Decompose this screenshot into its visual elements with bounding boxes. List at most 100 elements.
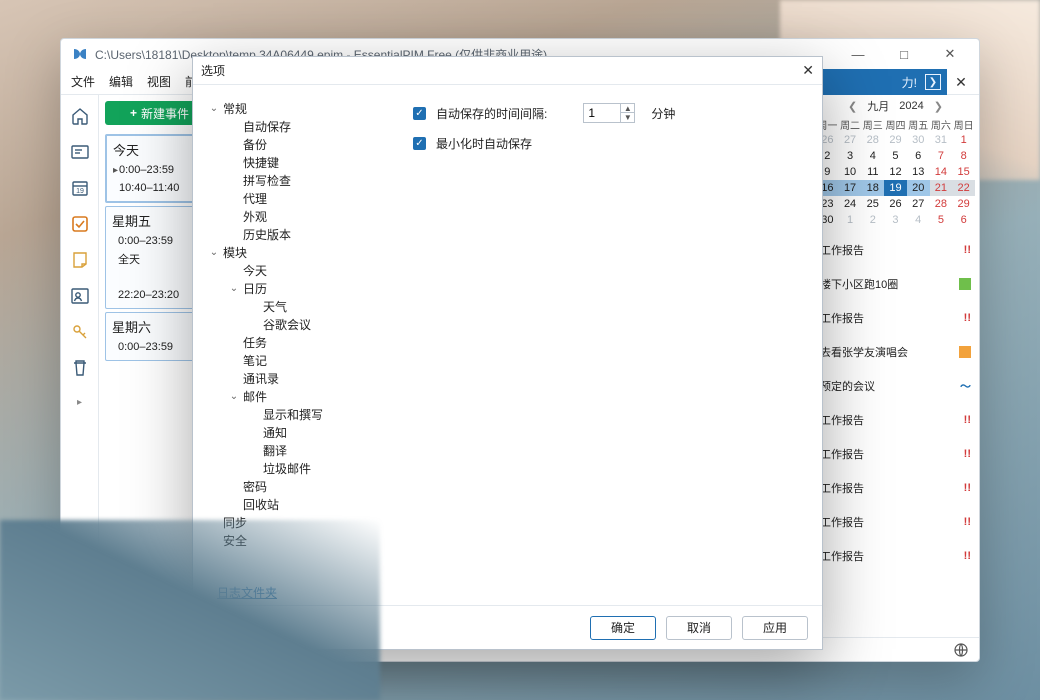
contact-icon[interactable] — [69, 285, 91, 307]
calendar-day[interactable]: 22 — [952, 180, 975, 196]
expand-icon[interactable]: ⌄ — [227, 283, 241, 294]
calendar-day[interactable]: 5 — [930, 212, 953, 228]
tree-node[interactable]: 外观 — [199, 207, 387, 225]
check-icon[interactable] — [69, 213, 91, 235]
globe-icon[interactable] — [953, 642, 969, 658]
calendar-day[interactable]: 15 — [952, 164, 975, 180]
calendar-day[interactable]: 7 — [930, 148, 953, 164]
autosave-interval-checkbox[interactable]: ✓ — [413, 107, 426, 120]
task-item[interactable]: 工作报告!! — [820, 480, 971, 496]
calendar-day[interactable]: 2 — [861, 212, 884, 228]
close-button[interactable]: ✕ — [927, 39, 973, 69]
gear-icon[interactable] — [69, 615, 91, 637]
tree-node[interactable]: ⌄常规 — [199, 99, 387, 117]
tree-node[interactable]: 代理 — [199, 189, 387, 207]
cancel-button[interactable]: 取消 — [666, 616, 732, 640]
tree-node[interactable]: 通知 — [199, 423, 387, 441]
minimize-button[interactable]: — — [835, 39, 881, 69]
promo-close-button[interactable]: ✕ — [951, 69, 971, 95]
calendar-day[interactable]: 28 — [930, 196, 953, 212]
calendar-day[interactable]: 3 — [884, 212, 907, 228]
calendar-day[interactable]: 18 — [861, 180, 884, 196]
calendar-day[interactable]: 20 — [907, 180, 930, 196]
calendar-day[interactable]: 4 — [907, 212, 930, 228]
expand-icon[interactable]: ⌄ — [227, 391, 241, 402]
task-item[interactable]: 预定的会议〜 — [820, 378, 971, 394]
tree-node[interactable]: 密码 — [199, 477, 387, 495]
calendar-day[interactable]: 17 — [839, 180, 862, 196]
calendar-day[interactable]: 12 — [884, 164, 907, 180]
user-icon[interactable] — [69, 579, 91, 601]
notification-button[interactable]: 1 — [71, 643, 96, 657]
menu-view[interactable]: 视图 — [147, 73, 171, 90]
tree-node[interactable]: 任务 — [199, 333, 387, 351]
chevron-right-icon[interactable]: ▸ — [77, 397, 82, 408]
expand-icon[interactable]: ⌄ — [207, 247, 221, 258]
calendar-day[interactable]: 1 — [952, 132, 975, 148]
task-item[interactable]: 去看张学友演唱会 — [820, 344, 971, 360]
tree-node[interactable]: 今天 — [199, 261, 387, 279]
tree-node[interactable]: 翻译 — [199, 441, 387, 459]
card-icon[interactable] — [69, 141, 91, 163]
calendar-day[interactable]: 30 — [907, 132, 930, 148]
task-item[interactable]: 工作报告!! — [820, 446, 971, 462]
calendar-day[interactable]: 28 — [861, 132, 884, 148]
calendar-day[interactable]: 13 — [907, 164, 930, 180]
task-item[interactable]: 工作报告!! — [820, 412, 971, 428]
tree-node[interactable]: 通讯录 — [199, 369, 387, 387]
autosave-interval-input[interactable] — [583, 103, 621, 123]
tree-node[interactable]: 显示和撰写 — [199, 405, 387, 423]
calendar-day[interactable]: 6 — [907, 148, 930, 164]
task-item[interactable]: 工作报告!! — [820, 242, 971, 258]
tree-node[interactable]: 安全 — [199, 531, 387, 549]
tree-node[interactable]: 备份 — [199, 135, 387, 153]
tree-node[interactable]: 谷歌会议 — [199, 315, 387, 333]
calendar-day[interactable]: 21 — [930, 180, 953, 196]
calendar-grid[interactable]: 2627282930311234567891011121314151617181… — [812, 132, 979, 228]
calendar-day[interactable]: 27 — [839, 132, 862, 148]
calendar-day[interactable]: 6 — [952, 212, 975, 228]
tree-node[interactable]: 快捷键 — [199, 153, 387, 171]
tree-node[interactable]: 垃圾邮件 — [199, 459, 387, 477]
calendar-day[interactable]: 29 — [952, 196, 975, 212]
tree-node[interactable]: 回收站 — [199, 495, 387, 513]
task-item[interactable]: 楼下小区跑10圈 — [820, 276, 971, 292]
key-icon[interactable] — [69, 321, 91, 343]
dialog-close-button[interactable]: ✕ — [802, 62, 814, 79]
apply-button[interactable]: 应用 — [742, 616, 808, 640]
task-item[interactable]: 工作报告!! — [820, 514, 971, 530]
calendar-day[interactable]: 26 — [884, 196, 907, 212]
calendar-day[interactable]: 19 — [884, 180, 907, 196]
menu-edit[interactable]: 编辑 — [109, 73, 133, 90]
calendar-day[interactable]: 5 — [884, 148, 907, 164]
tree-node[interactable]: 自动保存 — [199, 117, 387, 135]
calendar-day[interactable]: 11 — [861, 164, 884, 180]
calendar-day[interactable]: 25 — [861, 196, 884, 212]
tree-node[interactable]: ⌄日历 — [199, 279, 387, 297]
note-icon[interactable] — [69, 249, 91, 271]
calendar-day[interactable]: 8 — [952, 148, 975, 164]
tree-node[interactable]: 天气 — [199, 297, 387, 315]
calendar-day[interactable]: 31 — [930, 132, 953, 148]
tree-node[interactable]: 同步 — [199, 513, 387, 531]
tree-node[interactable]: ⌄邮件 — [199, 387, 387, 405]
log-folder-link[interactable]: 日志文件夹 — [217, 584, 277, 601]
tree-node[interactable]: ⌄模块 — [199, 243, 387, 261]
calendar-day[interactable]: 1 — [839, 212, 862, 228]
spinner[interactable]: ▲▼ — [621, 103, 635, 123]
calendar-day[interactable]: 24 — [839, 196, 862, 212]
prev-month-button[interactable]: ❮ — [848, 100, 857, 113]
autosave-on-minimize-checkbox[interactable]: ✓ — [413, 137, 426, 150]
calendar-day[interactable]: 4 — [861, 148, 884, 164]
calendar-day[interactable]: 27 — [907, 196, 930, 212]
task-item[interactable]: 工作报告!! — [820, 310, 971, 326]
calendar-day[interactable]: 3 — [839, 148, 862, 164]
maximize-button[interactable]: □ — [881, 39, 927, 69]
expand-icon[interactable]: ⌄ — [207, 103, 221, 114]
tree-node[interactable]: 历史版本 — [199, 225, 387, 243]
ok-button[interactable]: 确定 — [590, 616, 656, 640]
home-icon[interactable] — [69, 105, 91, 127]
tree-node[interactable]: 拼写检查 — [199, 171, 387, 189]
tree-node[interactable]: 笔记 — [199, 351, 387, 369]
calendar-icon[interactable]: 19 — [69, 177, 91, 199]
